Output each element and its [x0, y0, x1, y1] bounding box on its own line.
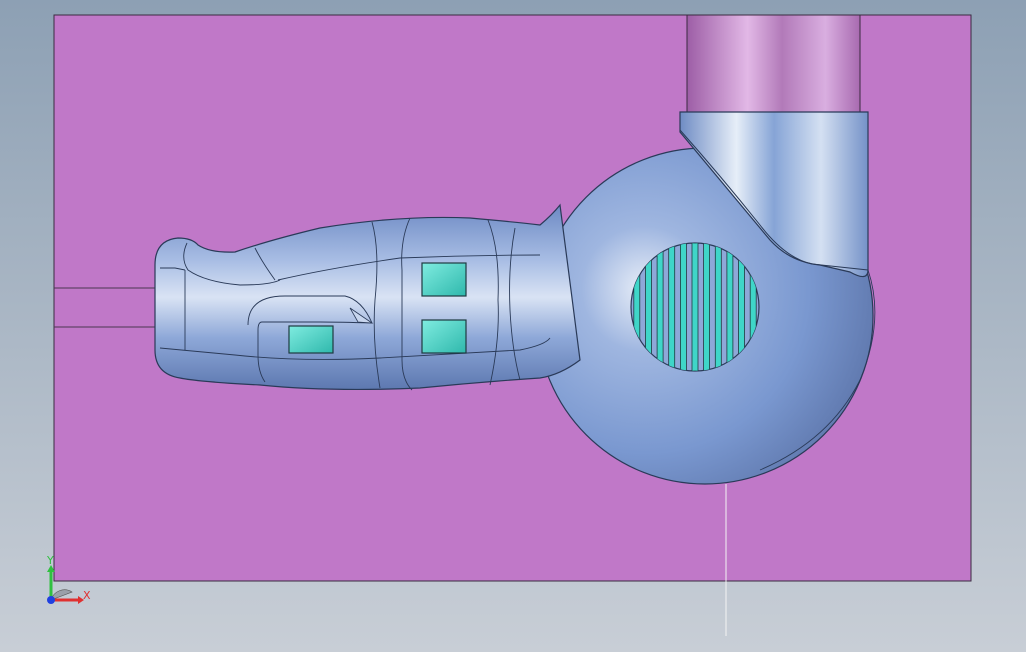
3d-viewport[interactable]: X Y — [0, 0, 1026, 652]
grille-slot — [691, 243, 699, 371]
grille-slot — [668, 243, 676, 371]
grille-slot — [703, 243, 710, 371]
insert-pad-upper[interactable] — [421, 262, 467, 297]
grille-slot — [726, 243, 734, 371]
grille-slot — [714, 243, 722, 371]
model-scene[interactable] — [0, 0, 1026, 652]
grille-slot — [656, 243, 664, 371]
y-axis-label: Y — [47, 554, 54, 567]
vertical-pipe[interactable] — [686, 14, 861, 116]
insert-pad-lower-left[interactable] — [288, 325, 334, 354]
vent-grille[interactable] — [630, 242, 760, 372]
insert-pad-lower[interactable] — [421, 319, 467, 354]
grille-slot — [680, 243, 687, 371]
x-axis-label: X — [83, 589, 91, 602]
